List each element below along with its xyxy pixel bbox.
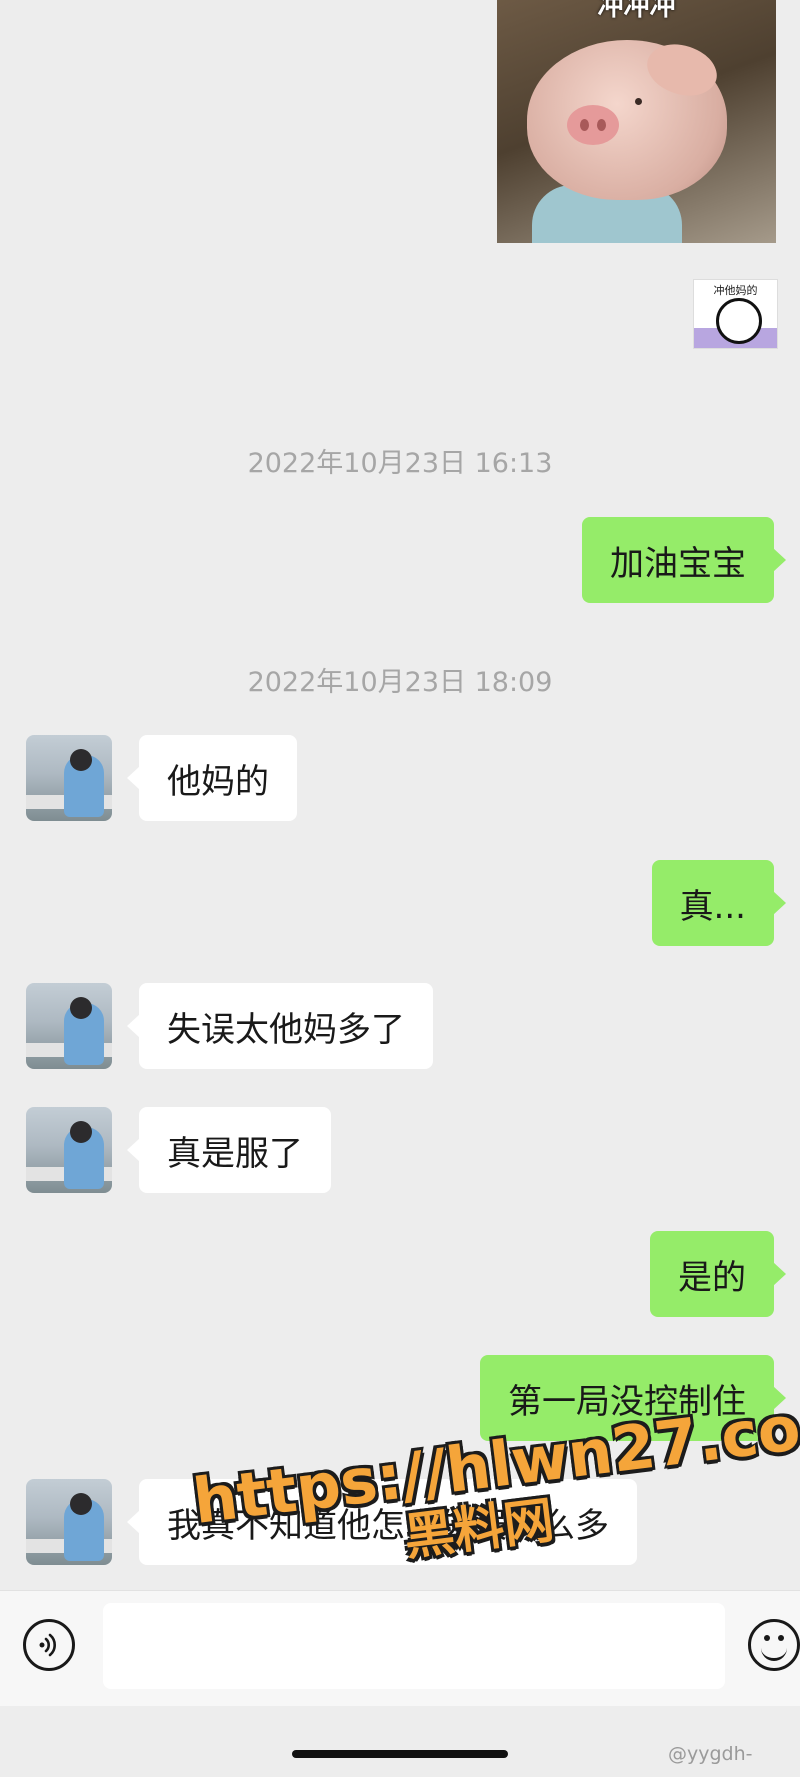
incoming-message-bubble[interactable]: 真是服了: [127, 1107, 331, 1193]
outgoing-message-bubble[interactable]: 真...: [651, 860, 787, 946]
home-indicator[interactable]: [292, 1750, 508, 1758]
pig-snout: [567, 105, 619, 145]
outgoing-message-bubble[interactable]: 加油宝宝: [582, 517, 786, 603]
incoming-message-bubble[interactable]: 我真不知道他怎么失误那么多: [127, 1479, 637, 1565]
panda-face: [716, 298, 762, 344]
contact-avatar[interactable]: [26, 983, 112, 1069]
panda-sticker-caption: 冲他妈的: [713, 284, 758, 297]
outgoing-message-bubble[interactable]: 是的: [650, 1231, 786, 1317]
voice-icon[interactable]: [23, 1619, 75, 1671]
outgoing-message-bubble[interactable]: 第一局没控制住: [480, 1355, 786, 1441]
contact-avatar[interactable]: [26, 1107, 112, 1193]
contact-avatar[interactable]: [26, 1479, 112, 1565]
pig-sticker-image[interactable]: 冲冲冲: [497, 0, 776, 243]
message-text-input[interactable]: [103, 1603, 725, 1689]
incoming-message-bubble[interactable]: 失误太他妈多了: [127, 983, 433, 1069]
contact-avatar[interactable]: [26, 735, 112, 821]
pig-sticker-caption: 冲冲冲: [597, 0, 676, 22]
incoming-message-bubble[interactable]: 他妈的: [127, 735, 297, 821]
weibo-handle-watermark: @yygdh-: [668, 1743, 753, 1765]
message-timestamp: 2022年10月23日 16:13: [247, 448, 553, 479]
panda-sticker-image[interactable]: 冲他妈的: [693, 279, 778, 349]
pig-eye: [635, 98, 642, 105]
voice-icon-glyph: [39, 1633, 56, 1657]
emoji-icon[interactable]: [748, 1619, 800, 1671]
chat-input-bar: [0, 1590, 800, 1706]
message-timestamp: 2022年10月23日 18:09: [247, 667, 553, 698]
